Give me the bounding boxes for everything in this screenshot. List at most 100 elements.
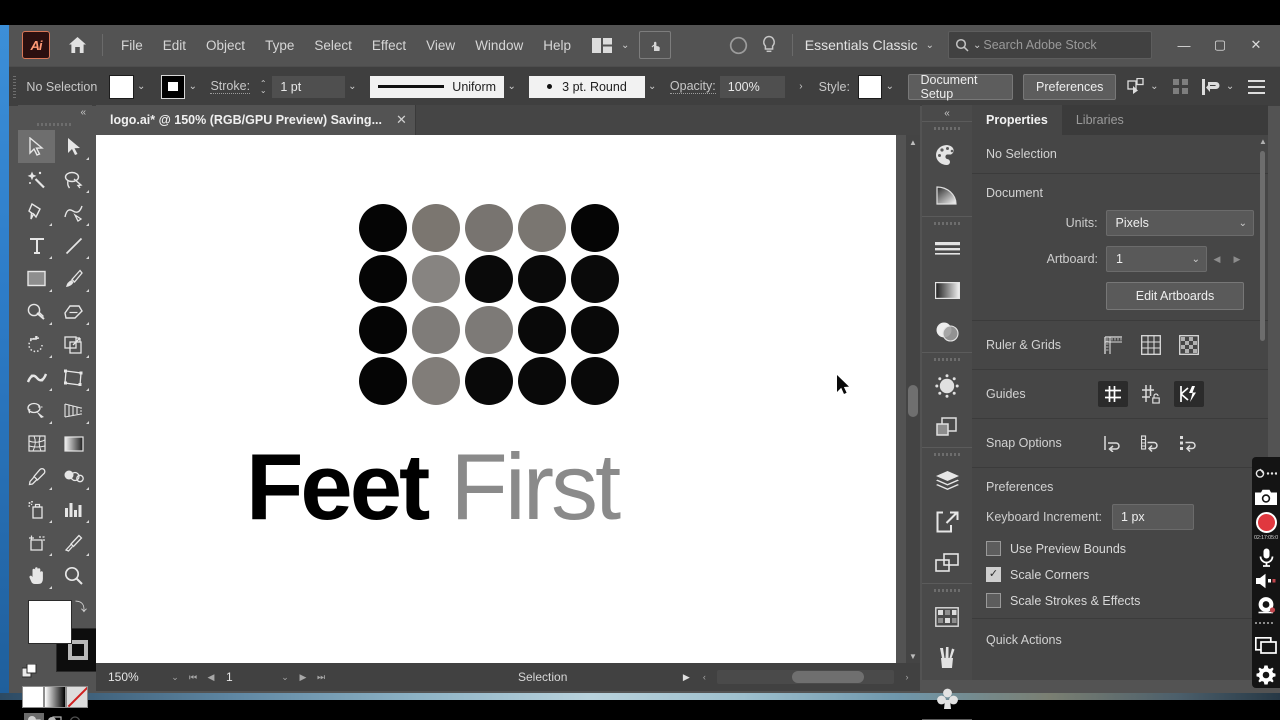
type-tool[interactable] [18, 229, 55, 262]
smart-guides-icon[interactable] [1174, 381, 1204, 407]
maximize-button[interactable]: ▢ [1202, 30, 1238, 60]
select-similar-chevron-down-icon[interactable]: ⌄ [1147, 76, 1162, 98]
speaker-icon[interactable] [1253, 569, 1279, 593]
menu-window[interactable]: Window [465, 34, 533, 57]
artwork-circle-r1-c2[interactable] [412, 204, 460, 252]
gradient-panel-icon[interactable] [922, 270, 972, 311]
artboards-panel-icon[interactable] [922, 542, 972, 583]
last-artboard-icon[interactable]: ⏭ [312, 667, 330, 687]
artwork-circle-r3-c3[interactable] [465, 306, 513, 354]
artwork-circle-r2-c2[interactable] [412, 255, 460, 303]
hscroll-left-icon[interactable]: ‹ [695, 667, 713, 687]
tab-properties[interactable]: Properties [972, 105, 1062, 135]
zoom-tool[interactable] [55, 559, 92, 592]
close-button[interactable]: ✕ [1238, 30, 1274, 60]
artboard-number-value[interactable]: 1 [220, 668, 276, 687]
transparency-panel-icon[interactable] [922, 311, 972, 352]
window-capture-icon[interactable] [1253, 633, 1279, 657]
opacity-more-options-icon[interactable]: › [793, 76, 808, 98]
artboard-tool[interactable] [18, 526, 55, 559]
scale-strokes-effects-checkbox[interactable] [986, 593, 1001, 608]
artwork-circle-r4-c3[interactable] [465, 357, 513, 405]
target-more-icon[interactable] [1253, 461, 1279, 485]
edit-artboards-button[interactable]: Edit Artboards [1106, 282, 1244, 310]
menu-edit[interactable]: Edit [153, 34, 196, 57]
fill-color-swatch[interactable] [109, 74, 134, 99]
curvature-tool[interactable] [55, 196, 92, 229]
circle-grid-artwork[interactable] [359, 204, 624, 408]
more-options-menu-icon[interactable] [1246, 75, 1268, 99]
slice-tool[interactable] [55, 526, 92, 559]
artwork-circle-r1-c4[interactable] [518, 204, 566, 252]
artboard-canvas[interactable]: Feet First [96, 135, 896, 663]
stroke-profile-chevron-down-icon[interactable]: ⌄ [504, 76, 519, 98]
menu-file[interactable]: File [111, 34, 153, 57]
workspace-chevron-down-icon[interactable]: ⌄ [926, 40, 934, 51]
artwork-circle-r4-c2[interactable] [412, 357, 460, 405]
canvas-vertical-scrollbar[interactable]: ▲ ▼ [906, 135, 920, 663]
free-transform-tool[interactable] [55, 361, 92, 394]
vertical-scroll-thumb[interactable] [908, 385, 918, 417]
properties-scroll-up-icon[interactable]: ▲ [1259, 137, 1267, 146]
pen-tool[interactable] [18, 196, 55, 229]
menu-object[interactable]: Object [196, 34, 255, 57]
layers-panel-icon[interactable] [922, 460, 972, 501]
stroke-weight-stepper[interactable]: ⌃ ⌄ [258, 76, 268, 98]
artwork-circle-r1-c3[interactable] [465, 204, 513, 252]
scale-tool[interactable] [55, 328, 92, 361]
perspective-grid-tool[interactable] [55, 394, 92, 427]
distribute-icon[interactable] [1200, 75, 1222, 99]
draw-behind-button[interactable] [45, 713, 65, 720]
artwork-circle-r3-c5[interactable] [571, 306, 619, 354]
eraser-tool[interactable] [55, 295, 92, 328]
keyboard-increment-input[interactable]: 1 px [1112, 504, 1195, 530]
rectangle-tool[interactable] [18, 262, 55, 295]
screenshot-camera-icon[interactable] [1253, 485, 1279, 509]
discover-lightbulb-icon[interactable] [754, 30, 784, 60]
menu-view[interactable]: View [416, 34, 465, 57]
paintbrush-tool[interactable] [55, 262, 92, 295]
logo-wordmark[interactable]: Feet First [246, 440, 621, 534]
arrange-chevron-down-icon[interactable]: ⌄ [621, 40, 629, 51]
menu-help[interactable]: Help [533, 34, 581, 57]
scroll-up-icon[interactable]: ▲ [906, 135, 920, 149]
show-transparency-grid-icon[interactable] [1174, 332, 1204, 358]
control-bar-grip[interactable] [13, 75, 17, 98]
scale-corners-row[interactable]: Scale Corners [986, 567, 1254, 582]
scroll-down-icon[interactable]: ▼ [906, 649, 920, 663]
rail-grip-1[interactable] [922, 122, 972, 134]
document-close-icon[interactable]: ✕ [396, 112, 407, 128]
default-fill-stroke-icon[interactable] [21, 663, 38, 680]
tab-libraries[interactable]: Libraries [1062, 105, 1138, 135]
width-tool[interactable] [18, 361, 55, 394]
column-graph-tool[interactable] [55, 493, 92, 526]
hand-tool[interactable] [18, 559, 55, 592]
line-segment-tool[interactable] [55, 229, 92, 262]
appearance-panel-icon[interactable] [922, 365, 972, 406]
menu-effect[interactable]: Effect [362, 34, 416, 57]
record-button-icon[interactable] [1253, 509, 1279, 535]
artwork-circle-r2-c1[interactable] [359, 255, 407, 303]
tools-collapse-icon[interactable]: « [18, 105, 92, 119]
none-mode-button[interactable] [66, 686, 88, 708]
blend-tool[interactable] [55, 460, 92, 493]
minimize-button[interactable]: — [1166, 30, 1202, 60]
color-panel-icon[interactable] [922, 134, 972, 175]
color-swatch-mode-button[interactable] [22, 686, 44, 708]
distribute-chevron-down-icon[interactable]: ⌄ [1222, 76, 1237, 98]
canvas-horizontal-scrollbar[interactable] [717, 670, 894, 684]
eyedropper-tool[interactable] [18, 460, 55, 493]
artwork-circle-r2-c5[interactable] [571, 255, 619, 303]
properties-scroll-thumb[interactable] [1260, 151, 1265, 341]
units-select[interactable]: Pixels ⌄ [1105, 210, 1254, 236]
gradient-mode-button[interactable] [44, 686, 66, 708]
brush-definition-chevron-down-icon[interactable]: ⌄ [645, 76, 660, 98]
draw-inside-button[interactable] [66, 713, 86, 720]
snap-to-grid-icon[interactable] [1136, 430, 1166, 456]
artwork-circle-r3-c2[interactable] [412, 306, 460, 354]
next-artboard-button[interactable]: ▶ [1227, 248, 1247, 270]
artwork-circle-r3-c4[interactable] [518, 306, 566, 354]
asset-export-panel-icon[interactable] [922, 501, 972, 542]
gradient-tool[interactable] [55, 427, 92, 460]
pathfinder-panel-icon[interactable] [922, 406, 972, 447]
